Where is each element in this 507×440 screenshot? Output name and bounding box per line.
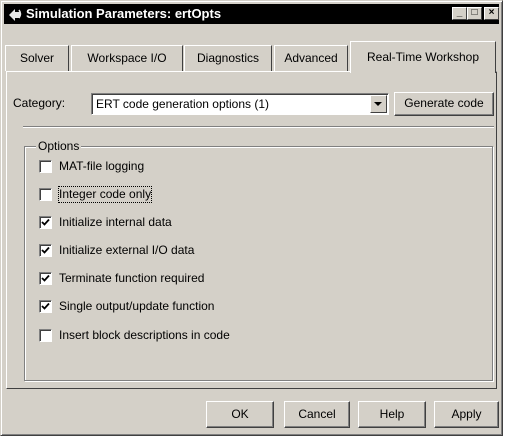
divider — [23, 126, 494, 128]
apply-button[interactable]: Apply — [434, 401, 499, 428]
tab-advanced[interactable]: Advanced — [274, 45, 348, 71]
checkbox[interactable] — [39, 188, 52, 201]
dialog-window: Simulation Parameters: ertOpts _ □ × Sol… — [0, 0, 503, 436]
options-group — [24, 146, 493, 381]
checkbox[interactable] — [39, 244, 52, 257]
tab-workspace-io[interactable]: Workspace I/O — [71, 45, 183, 71]
checkbox[interactable] — [39, 329, 52, 342]
simulink-icon — [7, 6, 23, 22]
minimize-button[interactable]: _ — [452, 7, 467, 20]
cancel-button[interactable]: Cancel — [284, 401, 350, 428]
title-bar[interactable]: Simulation Parameters: ertOpts _ □ × — [4, 4, 499, 24]
category-value: ERT code generation options (1) — [96, 97, 269, 111]
tab-diagnostics[interactable]: Diagnostics — [184, 45, 272, 71]
chevron-down-icon[interactable] — [370, 95, 387, 113]
tab-solver[interactable]: Solver — [5, 45, 69, 71]
generate-code-button[interactable]: Generate code — [394, 92, 494, 116]
checkbox[interactable] — [39, 272, 52, 285]
category-label: Category: — [13, 96, 66, 110]
checkbox[interactable] — [39, 300, 52, 313]
checkbox[interactable] — [39, 160, 52, 173]
check-icon — [41, 274, 50, 282]
checkbox[interactable] — [39, 216, 52, 229]
check-icon — [41, 246, 50, 254]
window-title: Simulation Parameters: ertOpts — [26, 6, 222, 21]
maximize-button[interactable]: □ — [467, 7, 482, 20]
category-dropdown[interactable]: ERT code generation options (1) — [91, 93, 389, 115]
help-button[interactable]: Help — [358, 401, 426, 428]
close-button[interactable]: × — [484, 7, 499, 20]
check-icon — [41, 302, 50, 310]
tab-real-time-workshop[interactable]: Real-Time Workshop — [350, 41, 496, 73]
options-legend: Options — [36, 139, 82, 153]
check-icon — [41, 218, 50, 226]
ok-button[interactable]: OK — [206, 401, 274, 428]
